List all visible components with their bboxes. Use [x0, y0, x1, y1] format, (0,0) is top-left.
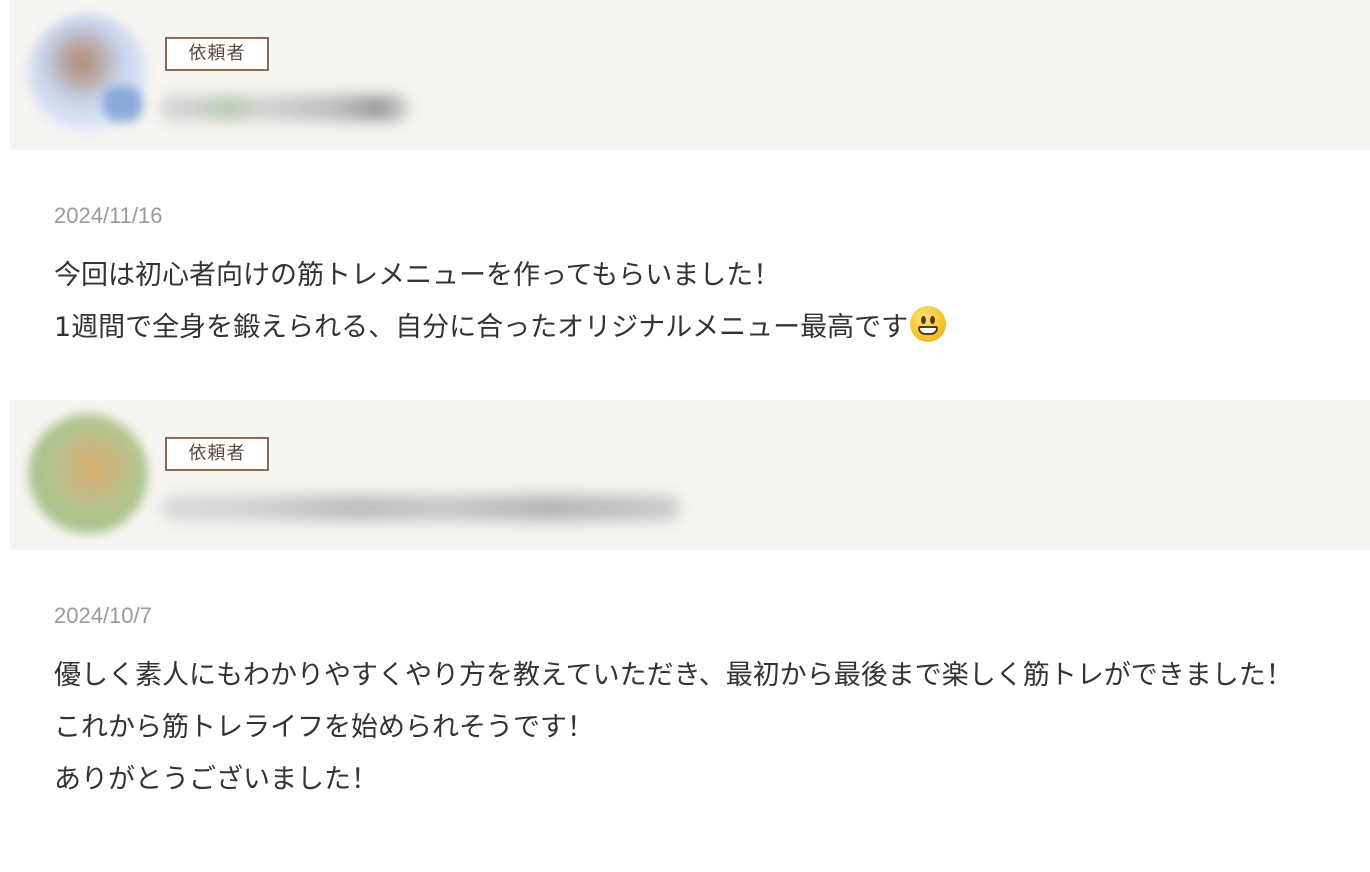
review-text: 優しく素人にもわかりやすくやり方を教えていただき、最初から最後まで楽しく筋トレが…	[54, 660, 1293, 795]
reviewer-avatar[interactable]	[28, 14, 148, 134]
reviewer-avatar[interactable]	[28, 414, 148, 534]
review-body: 2024/10/7 優しく素人にもわかりやすくやり方を教えていただき、最初から最…	[0, 550, 1370, 806]
reviewer-header: 依頼者	[10, 0, 1370, 150]
review-date: 2024/10/7	[54, 603, 152, 628]
review-item: 依頼者 2024/11/16 今回は初心者向けの筋トレメニューを作ってもらいまし…	[0, 0, 1370, 400]
review-body: 2024/11/16 今回は初心者向けの筋トレメニューを作ってもらいました！ 1…	[0, 150, 1370, 400]
role-badge: 依頼者	[165, 37, 269, 71]
grinning-face-icon	[910, 306, 947, 342]
role-badge: 依頼者	[165, 437, 269, 471]
review-text-content: 今回は初心者向けの筋トレメニューを作ってもらいました！ 1週間で全身を鍛えられる…	[54, 260, 909, 343]
review-item: 依頼者 2024/10/7 優しく素人にもわかりやすくやり方を教えていただき、最…	[0, 400, 1370, 806]
reviewer-name-blurred[interactable]	[160, 495, 680, 521]
review-text: 今回は初心者向けの筋トレメニューを作ってもらいました！ 1週間で全身を鍛えられる…	[54, 250, 1354, 354]
reviewer-name-blurred[interactable]	[160, 95, 410, 121]
reviewer-header: 依頼者	[10, 400, 1370, 550]
review-date: 2024/11/16	[54, 203, 163, 228]
